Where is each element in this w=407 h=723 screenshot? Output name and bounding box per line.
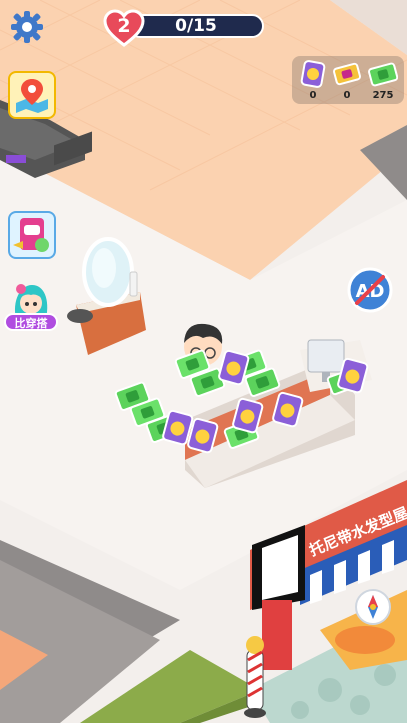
resource-gold-ticket: 0	[330, 60, 364, 101]
level-number: 2	[117, 15, 131, 37]
resource-count: 0	[343, 90, 351, 101]
resource-count: 275	[372, 90, 394, 101]
compass-icon	[355, 589, 391, 625]
game-card-button[interactable]	[8, 211, 56, 259]
settings-gear-button[interactable]	[10, 10, 44, 44]
purple-cat-ticket-icon	[300, 60, 326, 88]
gold-ticket-icon	[333, 62, 361, 86]
progress-text: 0/15	[175, 16, 217, 36]
game-scene: 托尼带水发型屋	[0, 0, 407, 723]
resource-purple-ticket: 0	[296, 60, 330, 101]
outfit-button-label: 比穿搭	[4, 313, 58, 331]
green-cash-icon	[368, 62, 399, 87]
no-ads-icon: AD	[347, 267, 393, 313]
progress-bar: 0/15	[128, 14, 264, 38]
gear-icon	[11, 11, 43, 43]
compass-button[interactable]	[354, 588, 392, 626]
resource-count: 0	[309, 90, 317, 101]
no-ads-button[interactable]: AD	[347, 267, 393, 313]
map-pin-icon	[16, 79, 48, 113]
resource-panel: 0 0 275	[292, 56, 404, 104]
outfit-button[interactable]: 比穿搭	[2, 281, 60, 335]
map-button[interactable]	[8, 71, 56, 119]
resource-cash: 275	[366, 60, 400, 101]
game-card-icon	[13, 218, 49, 252]
level-progress: 0/15 2	[102, 8, 268, 47]
